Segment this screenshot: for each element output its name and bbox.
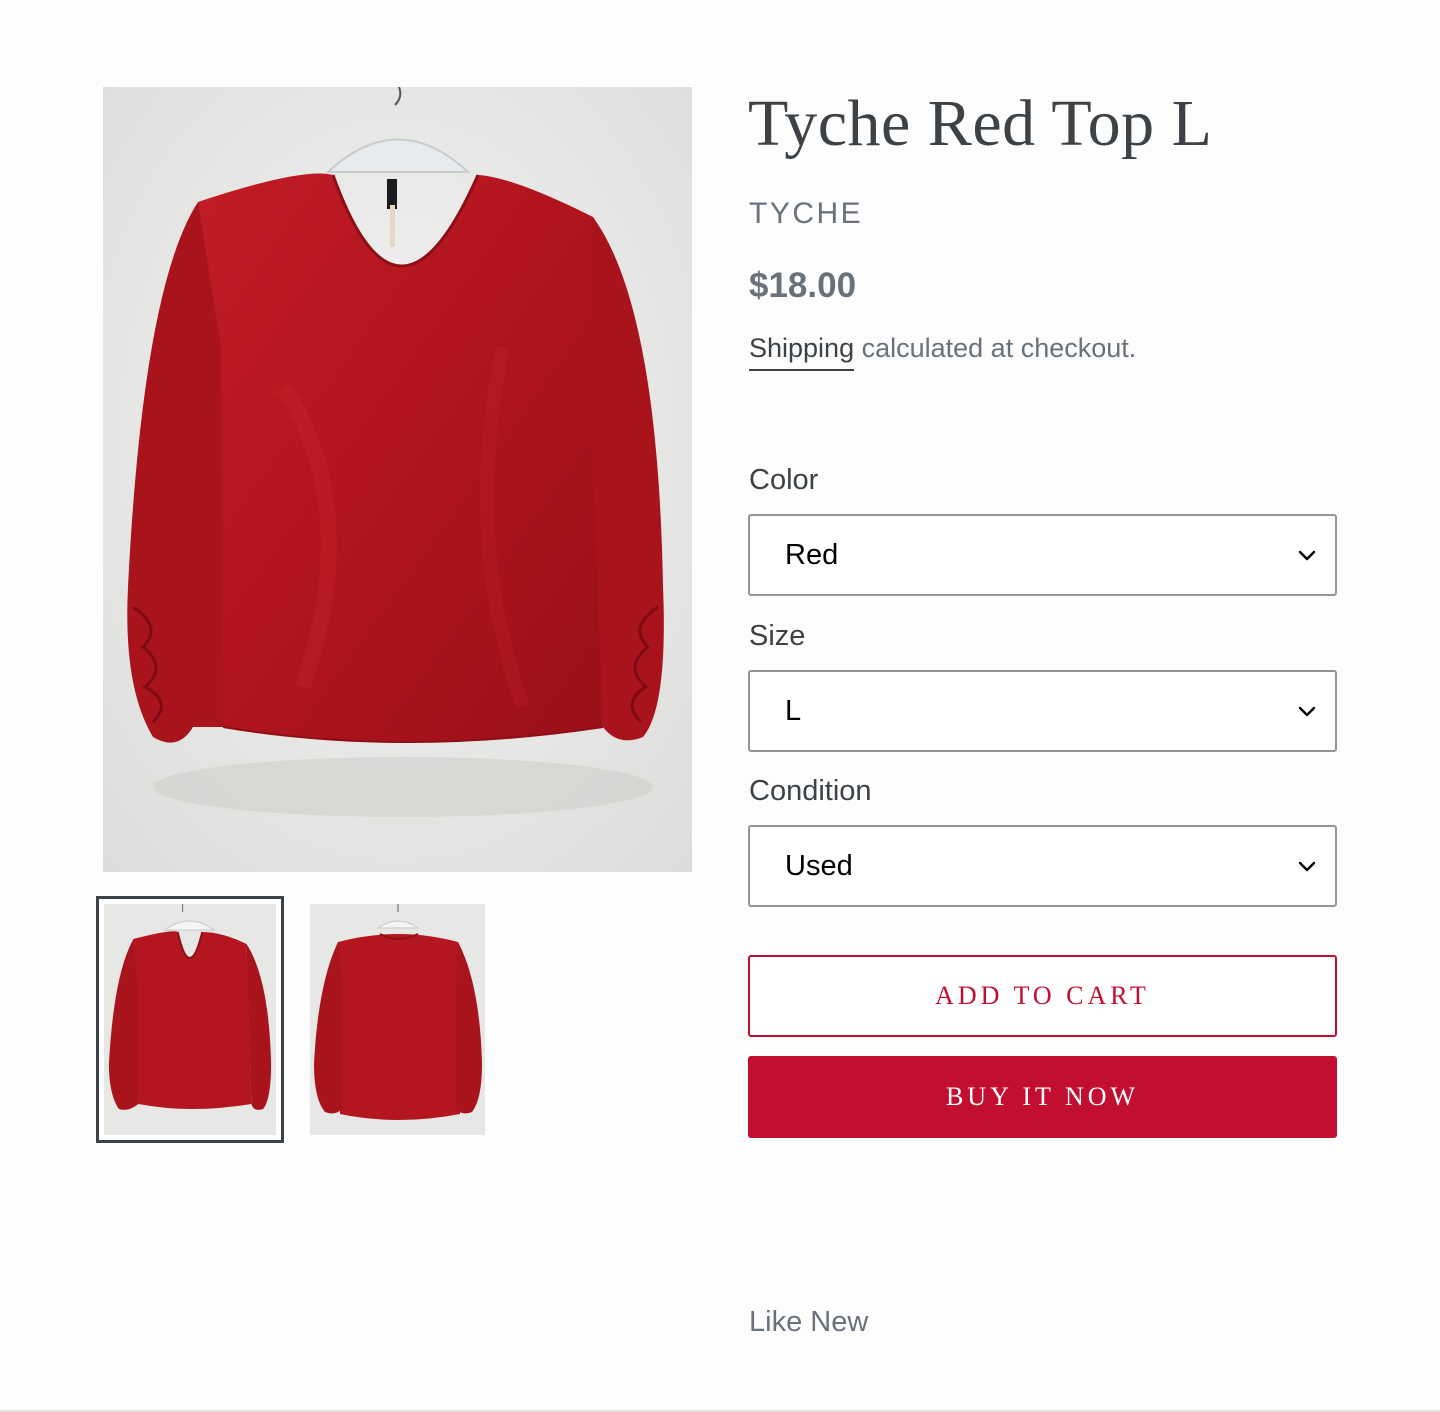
product-price: $18.00 xyxy=(749,266,857,305)
red-blouse-photo xyxy=(103,87,692,872)
color-select-value: Red xyxy=(785,539,839,571)
shipping-link[interactable]: Shipping xyxy=(749,333,855,371)
buy-it-now-button[interactable]: BUY IT NOW xyxy=(748,1056,1337,1138)
size-label: Size xyxy=(749,620,806,652)
product-vendor: TYCHE xyxy=(749,197,864,230)
shipping-text: calculated at checkout. xyxy=(854,333,1137,363)
color-label: Color xyxy=(749,464,819,496)
product-description: Like New xyxy=(749,1306,869,1338)
red-blouse-front-thumbnail xyxy=(104,904,276,1135)
condition-select-value: Used xyxy=(785,850,853,882)
product-page: Tyche Red Top L TYCHE $18.00 Shipping ca… xyxy=(0,0,1440,1412)
color-select[interactable]: Red xyxy=(748,514,1337,596)
chevron-down-icon xyxy=(1298,861,1316,872)
size-select[interactable]: L xyxy=(748,670,1337,752)
product-main-image[interactable] xyxy=(103,87,692,872)
red-blouse-back-thumbnail xyxy=(310,904,485,1135)
size-select-value: L xyxy=(785,695,802,727)
add-to-cart-button[interactable]: ADD TO CART xyxy=(748,955,1337,1037)
chevron-down-icon xyxy=(1298,550,1316,561)
thumbnail-front[interactable] xyxy=(96,896,284,1143)
thumbnail-back[interactable] xyxy=(310,904,485,1135)
condition-label: Condition xyxy=(749,775,872,807)
product-title: Tyche Red Top L xyxy=(748,87,1213,160)
condition-select[interactable]: Used xyxy=(748,825,1337,907)
shipping-note: Shipping calculated at checkout. xyxy=(749,333,1137,371)
chevron-down-icon xyxy=(1298,706,1316,717)
